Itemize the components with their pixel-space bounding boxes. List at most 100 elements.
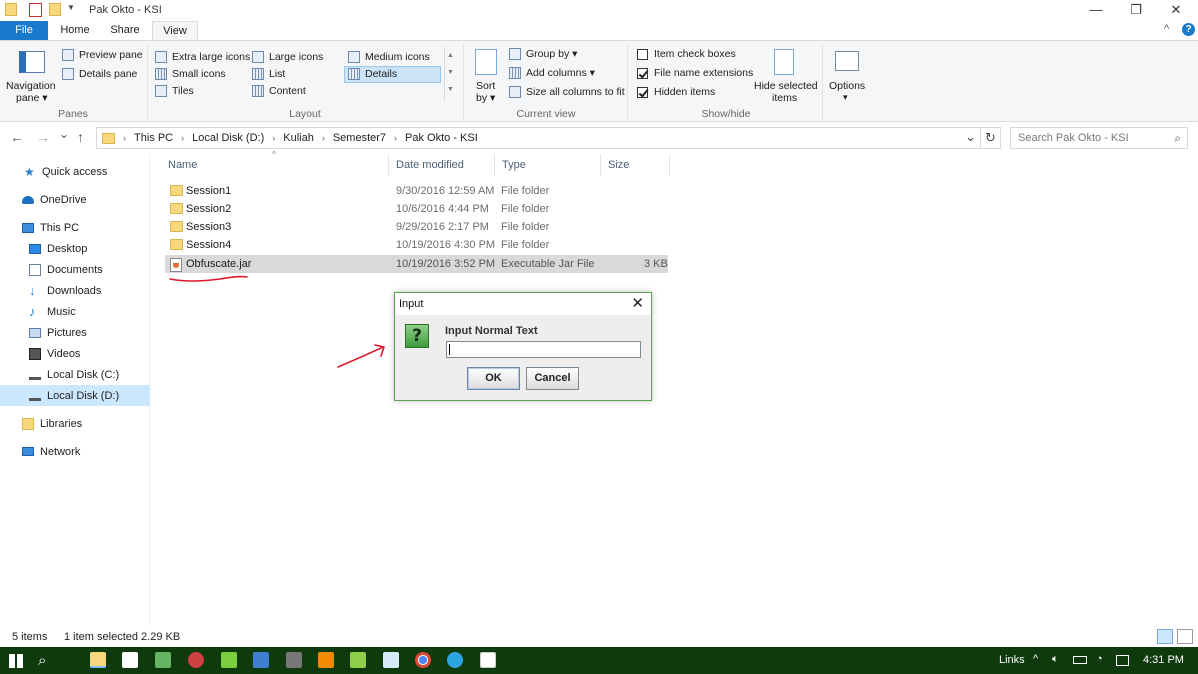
file-name-extensions-checkbox[interactable] [637, 67, 648, 79]
hidden-items-toggle[interactable]: Hidden items [637, 86, 715, 98]
breadcrumb-separator[interactable]: › [322, 133, 325, 143]
ok-button[interactable]: OK [467, 367, 520, 390]
cancel-button[interactable]: Cancel [526, 367, 579, 390]
sidebar-item-music[interactable]: ♪ Music [0, 301, 150, 322]
scroll-up-icon[interactable]: ▲ [445, 47, 456, 64]
layout-content[interactable]: Content [252, 85, 306, 97]
dialog-close-button[interactable]: ✕ [631, 293, 644, 315]
virtualbox-icon[interactable] [253, 652, 269, 668]
refresh-button[interactable]: ↻ [981, 127, 1001, 149]
search-icon[interactable]: ⌕ [38, 652, 46, 669]
volume-icon[interactable]: 🔈︎ [1052, 653, 1059, 666]
sort-by-button[interactable]: Sort by ▾ [470, 45, 504, 105]
sidebar-item-videos[interactable]: Videos [0, 343, 150, 364]
sidebar-item-pictures[interactable]: Pictures [0, 322, 150, 343]
details-view-toggle-icon[interactable] [1157, 629, 1173, 644]
chat-icon[interactable] [155, 652, 171, 668]
vlc-icon[interactable] [318, 652, 334, 668]
column-header-type[interactable]: Type [496, 154, 601, 176]
battery-icon[interactable] [1073, 656, 1087, 664]
photos-icon[interactable] [480, 652, 496, 668]
sidebar-item-local-disk-d[interactable]: Local Disk (D:) [0, 385, 150, 406]
help-icon[interactable]: ? [1182, 23, 1195, 36]
store-icon[interactable] [122, 652, 138, 668]
navigation-pane-button[interactable]: Navigation pane ▾ [4, 45, 58, 105]
sidebar-item-network[interactable]: Network [0, 441, 150, 462]
up-button[interactable]: ↑ [77, 129, 84, 145]
layout-tiles[interactable]: Tiles [155, 85, 194, 97]
notes-icon[interactable] [383, 652, 399, 668]
item-check-boxes-checkbox[interactable] [637, 48, 648, 60]
sidebar-item-onedrive[interactable]: OneDrive [0, 189, 150, 210]
android-icon[interactable] [221, 652, 237, 668]
file-row-session1[interactable]: Session1 9/30/2016 12:59 AM File folder [165, 182, 668, 200]
paint-icon[interactable] [188, 652, 204, 668]
recent-locations-button[interactable]: ⌄ [59, 127, 69, 141]
column-header-size[interactable]: Size [602, 154, 670, 176]
links-toolbar[interactable]: Links [999, 654, 1025, 666]
quick-access-dropdown-icon[interactable]: ▼ [67, 3, 75, 12]
collapse-ribbon-icon[interactable]: ^ [1164, 23, 1169, 35]
minimize-button[interactable]: — [1076, 0, 1116, 21]
breadcrumb-separator[interactable]: › [272, 133, 275, 143]
layout-extra-large-icons[interactable]: Extra large icons [155, 51, 250, 63]
sidebar-item-quick-access[interactable]: ★ Quick access [0, 161, 150, 182]
breadcrumb-pak-okto-ksi[interactable]: Pak Okto - KSI [405, 132, 478, 144]
new-folder-icon[interactable] [49, 3, 61, 16]
tab-share[interactable]: Share [102, 21, 148, 40]
clock-time[interactable]: 4:31 PM [1143, 654, 1184, 666]
address-dropdown-icon[interactable]: ⌄ [965, 129, 976, 145]
breadcrumb-semester7[interactable]: Semester7 [333, 132, 386, 144]
file-row-session3[interactable]: Session3 9/29/2016 2:17 PM File folder [165, 218, 668, 236]
layout-scroll[interactable]: ▲ ▼ ▼ [444, 47, 456, 101]
properties-icon[interactable] [29, 3, 42, 17]
chrome-icon[interactable] [415, 652, 431, 668]
layout-details[interactable]: Details [348, 68, 397, 80]
layout-list[interactable]: List [252, 68, 285, 80]
normal-text-input[interactable] [446, 341, 641, 358]
notepad-plus-icon[interactable] [350, 652, 366, 668]
hide-selected-items-button[interactable]: Hide selected items [752, 45, 818, 105]
layout-large-icons[interactable]: Large icons [252, 51, 323, 63]
tab-home[interactable]: Home [52, 21, 98, 40]
restore-button[interactable]: ❐ [1116, 0, 1156, 21]
breadcrumb-separator[interactable]: › [181, 133, 184, 143]
column-header-name[interactable]: Name [162, 154, 389, 176]
options-button[interactable]: Options ▾ [826, 45, 870, 105]
item-check-boxes-toggle[interactable]: Item check boxes [637, 48, 736, 60]
breadcrumb-kuliah[interactable]: Kuliah [283, 132, 314, 144]
tab-view[interactable]: View [152, 21, 198, 40]
layout-small-icons[interactable]: Small icons [155, 68, 226, 80]
column-header-date-modified[interactable]: Date modified [390, 154, 495, 176]
sidebar-item-downloads[interactable]: ↓ Downloads [0, 280, 150, 301]
sidebar-item-desktop[interactable]: Desktop [0, 238, 150, 259]
file-explorer-icon[interactable] [90, 652, 106, 668]
sidebar-item-libraries[interactable]: Libraries [0, 413, 150, 434]
expand-layout-icon[interactable]: ▼ [445, 81, 456, 98]
calculator-icon[interactable] [286, 652, 302, 668]
file-row-session4[interactable]: Session4 10/19/2016 4:30 PM File folder [165, 236, 668, 254]
add-columns-button[interactable]: Add columns ▾ [509, 67, 595, 79]
file-row-session2[interactable]: Session2 10/6/2016 4:44 PM File folder [165, 200, 668, 218]
forward-button[interactable]: → [36, 129, 50, 145]
sidebar-item-documents[interactable]: Documents [0, 259, 150, 280]
wifi-icon[interactable]: ◔ [1096, 653, 1103, 665]
breadcrumb-local-disk-d[interactable]: Local Disk (D:) [192, 132, 264, 144]
layout-medium-icons[interactable]: Medium icons [348, 51, 430, 63]
hidden-items-checkbox[interactable] [637, 86, 648, 98]
breadcrumb-separator[interactable]: › [394, 133, 397, 143]
large-icons-view-toggle-icon[interactable] [1177, 629, 1193, 644]
search-input[interactable]: Search Pak Okto - KSI ⌕ [1010, 127, 1188, 149]
sidebar-item-this-pc[interactable]: This PC [0, 217, 150, 238]
preview-pane-button[interactable]: Preview pane [62, 49, 143, 61]
back-button[interactable]: ← [10, 129, 24, 145]
close-button[interactable]: ✕ [1156, 0, 1196, 21]
scroll-down-icon[interactable]: ▼ [445, 64, 456, 81]
telegram-icon[interactable] [447, 652, 463, 668]
windows-start-icon[interactable] [9, 654, 23, 668]
sidebar-item-local-disk-c[interactable]: Local Disk (C:) [0, 364, 150, 385]
details-pane-button[interactable]: Details pane [62, 68, 137, 80]
address-bar[interactable]: › This PC › Local Disk (D:) › Kuliah › S… [96, 127, 981, 149]
breadcrumb-this-pc[interactable]: This PC [134, 132, 173, 144]
file-name-extensions-toggle[interactable]: File name extensions [637, 67, 753, 79]
